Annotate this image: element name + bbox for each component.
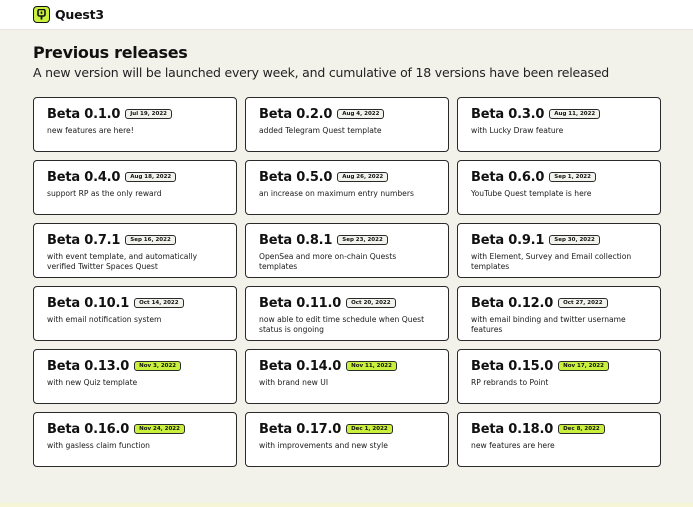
release-card[interactable]: Beta 0.3.0 Aug 11, 2022 with Lucky Draw fe… bbox=[457, 97, 661, 152]
release-description: with email notification system bbox=[47, 315, 162, 324]
release-version: Beta 0.5.0 bbox=[259, 169, 333, 185]
release-description: with Lucky Draw feature bbox=[471, 126, 564, 135]
release-card-header: Beta 0.9.1 Sep 30, 2022 bbox=[471, 231, 648, 249]
release-description: support RP as the only reward bbox=[47, 189, 162, 198]
release-description: an increase on maximum entry numbers bbox=[259, 189, 414, 198]
release-date-badge: Aug 26, 2022 bbox=[337, 172, 389, 182]
release-card-header: Beta 0.16.0 Nov 24, 2022 bbox=[47, 420, 224, 438]
release-card[interactable]: Beta 0.2.0 Aug 4, 2022 added Telegram Ques… bbox=[245, 97, 449, 152]
release-card-header: Beta 0.1.0 Jul 19, 2022 bbox=[47, 105, 224, 123]
release-card-header: Beta 0.10.1 Oct 14, 2022 bbox=[47, 294, 224, 312]
release-card[interactable]: Beta 0.7.1 Sep 16, 2022 with event templat… bbox=[33, 223, 237, 278]
release-card[interactable]: Beta 0.12.0 Oct 27, 2022 with email bindin… bbox=[457, 286, 661, 341]
release-card[interactable]: Beta 0.18.0 Dec 8, 2022 new features are h… bbox=[457, 412, 661, 467]
release-card-header: Beta 0.17.0 Dec 1, 2022 bbox=[259, 420, 436, 438]
release-card[interactable]: Beta 0.5.0 Aug 26, 2022 an increase on max… bbox=[245, 160, 449, 215]
release-date-badge: Nov 3, 2022 bbox=[134, 361, 182, 371]
release-description: with new Quiz template bbox=[47, 378, 138, 387]
release-card-header: Beta 0.7.1 Sep 16, 2022 bbox=[47, 231, 224, 249]
release-description: new features are here! bbox=[47, 126, 134, 135]
release-version: Beta 0.4.0 bbox=[47, 169, 121, 185]
release-date-badge: Aug 4, 2022 bbox=[337, 109, 385, 119]
logo-glyph-icon bbox=[37, 9, 46, 20]
release-date-badge: Nov 17, 2022 bbox=[558, 361, 609, 371]
release-description: new features are here bbox=[471, 441, 555, 450]
release-card-header: Beta 0.6.0 Sep 1, 2022 bbox=[471, 168, 648, 186]
release-card-header: Beta 0.13.0 Nov 3, 2022 bbox=[47, 357, 224, 375]
release-date-badge: Sep 30, 2022 bbox=[549, 235, 600, 245]
page-title: Previous releases bbox=[33, 43, 188, 62]
release-description: with Element, Survey and Email collectio… bbox=[471, 252, 632, 271]
release-card-header: Beta 0.8.1 Sep 23, 2022 bbox=[259, 231, 436, 249]
release-card[interactable]: Beta 0.15.0 Nov 17, 2022 RP rebrands to Po… bbox=[457, 349, 661, 404]
release-card-header: Beta 0.15.0 Nov 17, 2022 bbox=[471, 357, 648, 375]
release-version: Beta 0.1.0 bbox=[47, 106, 121, 122]
release-version: Beta 0.18.0 bbox=[471, 421, 554, 437]
release-card-header: Beta 0.2.0 Aug 4, 2022 bbox=[259, 105, 436, 123]
release-version: Beta 0.8.1 bbox=[259, 232, 333, 248]
release-date-badge: Oct 20, 2022 bbox=[346, 298, 396, 308]
releases-header: Previous releases A new version will be … bbox=[33, 43, 673, 82]
release-date-badge: Sep 16, 2022 bbox=[125, 235, 176, 245]
release-card[interactable]: Beta 0.8.1 Sep 23, 2022 OpenSea and more o… bbox=[245, 223, 449, 278]
release-card-header: Beta 0.14.0 Nov 11, 2022 bbox=[259, 357, 436, 375]
release-card-header: Beta 0.5.0 Aug 26, 2022 bbox=[259, 168, 436, 186]
release-date-badge: Aug 11, 2022 bbox=[549, 109, 601, 119]
release-version: Beta 0.2.0 bbox=[259, 106, 333, 122]
release-description: added Telegram Quest template bbox=[259, 126, 382, 135]
release-card[interactable]: Beta 0.13.0 Nov 3, 2022 with new Quiz temp… bbox=[33, 349, 237, 404]
release-card-header: Beta 0.4.0 Aug 18, 2022 bbox=[47, 168, 224, 186]
release-description: now able to edit time schedule when Ques… bbox=[259, 315, 425, 334]
release-version: Beta 0.16.0 bbox=[47, 421, 130, 437]
release-card[interactable]: Beta 0.17.0 Dec 1, 2022 with improvements … bbox=[245, 412, 449, 467]
release-version: Beta 0.3.0 bbox=[471, 106, 545, 122]
release-description: YouTube Quest template is here bbox=[471, 189, 592, 198]
release-card-header: Beta 0.3.0 Aug 11, 2022 bbox=[471, 105, 648, 123]
release-card[interactable]: Beta 0.9.1 Sep 30, 2022 with Element, Surv… bbox=[457, 223, 661, 278]
release-card-header: Beta 0.18.0 Dec 8, 2022 bbox=[471, 420, 648, 438]
bottom-strip bbox=[0, 503, 693, 507]
release-version: Beta 0.9.1 bbox=[471, 232, 545, 248]
release-card[interactable]: Beta 0.14.0 Nov 11, 2022 with brand new UI bbox=[245, 349, 449, 404]
release-version: Beta 0.11.0 bbox=[259, 295, 342, 311]
release-version: Beta 0.17.0 bbox=[259, 421, 342, 437]
top-navbar: Quest3 bbox=[0, 0, 693, 30]
release-description: with improvements and new style bbox=[259, 441, 388, 450]
release-card-header: Beta 0.11.0 Oct 20, 2022 bbox=[259, 294, 436, 312]
release-date-badge: Oct 14, 2022 bbox=[134, 298, 184, 308]
release-card[interactable]: Beta 0.4.0 Aug 18, 2022 support RP as the … bbox=[33, 160, 237, 215]
release-date-badge: Oct 27, 2022 bbox=[558, 298, 608, 308]
quest3-logo-icon[interactable] bbox=[33, 6, 50, 23]
release-date-badge: Dec 8, 2022 bbox=[558, 424, 605, 434]
release-description: with gasless claim function bbox=[47, 441, 150, 450]
release-card[interactable]: Beta 0.16.0 Nov 24, 2022 with gasless clai… bbox=[33, 412, 237, 467]
release-date-badge: Nov 24, 2022 bbox=[134, 424, 185, 434]
release-date-badge: Sep 23, 2022 bbox=[337, 235, 388, 245]
app-name[interactable]: Quest3 bbox=[55, 7, 104, 22]
page-subtitle: A new version will be launched every wee… bbox=[33, 65, 610, 80]
release-date-badge: Nov 11, 2022 bbox=[346, 361, 397, 371]
release-card[interactable]: Beta 0.6.0 Sep 1, 2022 YouTube Quest templ… bbox=[457, 160, 661, 215]
release-card-header: Beta 0.12.0 Oct 27, 2022 bbox=[471, 294, 648, 312]
release-description: RP rebrands to Point bbox=[471, 378, 549, 387]
release-date-badge: Sep 1, 2022 bbox=[549, 172, 596, 182]
release-card[interactable]: Beta 0.11.0 Oct 20, 2022 now able to edit … bbox=[245, 286, 449, 341]
release-version: Beta 0.12.0 bbox=[471, 295, 554, 311]
release-card[interactable]: Beta 0.1.0 Jul 19, 2022 new features are h… bbox=[33, 97, 237, 152]
release-grid: Beta 0.1.0 Jul 19, 2022 new features are h… bbox=[33, 97, 661, 467]
release-date-badge: Jul 19, 2022 bbox=[125, 109, 172, 119]
release-version: Beta 0.13.0 bbox=[47, 358, 130, 374]
release-version: Beta 0.15.0 bbox=[471, 358, 554, 374]
release-version: Beta 0.6.0 bbox=[471, 169, 545, 185]
release-date-badge: Aug 18, 2022 bbox=[125, 172, 177, 182]
release-version: Beta 0.14.0 bbox=[259, 358, 342, 374]
release-version: Beta 0.10.1 bbox=[47, 295, 130, 311]
release-card[interactable]: Beta 0.10.1 Oct 14, 2022 with email notifi… bbox=[33, 286, 237, 341]
release-version: Beta 0.7.1 bbox=[47, 232, 121, 248]
release-description: with email binding and twitter username … bbox=[471, 315, 626, 334]
release-description: with brand new UI bbox=[259, 378, 329, 387]
release-description: OpenSea and more on-chain Quests templat… bbox=[259, 252, 397, 271]
release-description: with event template, and automatically v… bbox=[47, 252, 198, 271]
release-date-badge: Dec 1, 2022 bbox=[346, 424, 393, 434]
